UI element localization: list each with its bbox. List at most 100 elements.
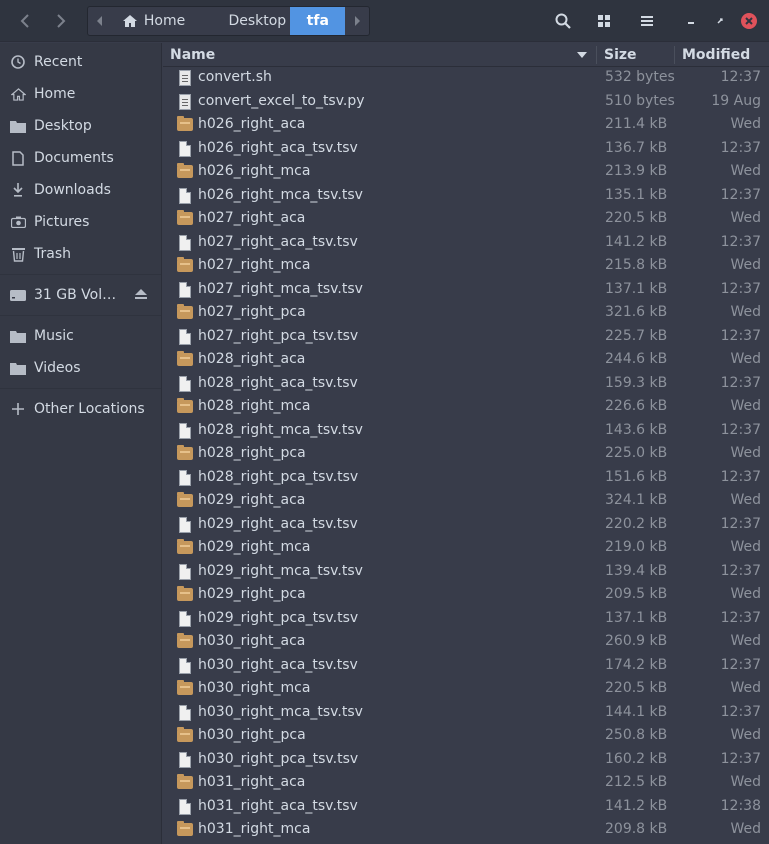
hamburger-menu-icon[interactable] bbox=[632, 6, 662, 36]
column-name-header[interactable]: Name bbox=[170, 47, 215, 63]
file-row[interactable]: h031_right_aca_tsv.tsv 141.2 kB 12:38 bbox=[163, 795, 769, 819]
file-row[interactable]: h027_right_aca_tsv.tsv 141.2 kB 12:37 bbox=[163, 231, 769, 255]
sidebar-item-other-locations[interactable]: Other Locations bbox=[0, 393, 161, 425]
trash-icon bbox=[10, 246, 26, 262]
file-row[interactable]: h030_right_pca_tsv.tsv 160.2 kB 12:37 bbox=[163, 748, 769, 772]
close-icon[interactable] bbox=[734, 6, 764, 36]
sidebar-item-documents[interactable]: Documents bbox=[0, 142, 161, 174]
path-scroll-right-icon[interactable] bbox=[345, 7, 369, 35]
crumb-tfa[interactable]: tfa bbox=[290, 7, 346, 35]
file-name: h027_right_pca bbox=[198, 304, 306, 320]
maximize-icon[interactable] bbox=[705, 6, 735, 36]
file-list: Name Size Modified convert.sh 532 bytes 12… bbox=[163, 43, 769, 844]
sidebar-item-desktop[interactable]: Desktop bbox=[0, 110, 161, 142]
text-file-icon bbox=[179, 798, 191, 815]
search-icon[interactable] bbox=[548, 6, 578, 36]
file-row[interactable]: h029_right_aca_tsv.tsv 220.2 kB 12:37 bbox=[163, 513, 769, 537]
header-bar: Home Desktop tfa bbox=[0, 0, 769, 42]
file-size: 137.1 kB bbox=[605, 280, 668, 297]
file-name: h027_right_aca_tsv.tsv bbox=[198, 233, 358, 250]
crumb-home[interactable]: Home bbox=[112, 7, 203, 35]
grid-view-icon[interactable] bbox=[589, 6, 619, 36]
sidebar-item-volume[interactable]: 31 GB Vol… bbox=[0, 279, 161, 311]
column-divider[interactable] bbox=[596, 46, 597, 64]
file-row[interactable]: convert.sh 532 bytes 12:37 bbox=[163, 66, 769, 90]
sidebar-item-videos[interactable]: Videos bbox=[0, 352, 161, 384]
file-row[interactable]: h028_right_pca_tsv.tsv 151.6 kB 12:37 bbox=[163, 466, 769, 490]
file-row[interactable]: h029_right_mca 219.0 kB Wed bbox=[163, 536, 769, 560]
minimize-icon[interactable] bbox=[676, 6, 706, 36]
sidebar-item-music[interactable]: Music bbox=[0, 320, 161, 352]
plus-icon bbox=[10, 401, 26, 417]
column-divider[interactable] bbox=[674, 46, 675, 64]
archive-folder-icon bbox=[177, 210, 193, 225]
file-row[interactable]: h028_right_aca_tsv.tsv 159.3 kB 12:37 bbox=[163, 372, 769, 396]
file-modified: 12:37 bbox=[720, 327, 761, 344]
file-size: 215.8 kB bbox=[605, 257, 668, 273]
file-row[interactable]: convert_excel_to_tsv.py 510 bytes 19 Aug bbox=[163, 90, 769, 114]
file-modified: 12:37 bbox=[720, 186, 761, 203]
file-size: 137.1 kB bbox=[605, 609, 668, 626]
text-file-icon bbox=[179, 704, 191, 721]
file-name: h028_right_mca_tsv.tsv bbox=[198, 421, 363, 438]
crumb-desktop[interactable]: Desktop bbox=[202, 7, 290, 35]
archive-folder-icon bbox=[177, 586, 193, 601]
sidebar-item-home[interactable]: Home bbox=[0, 78, 161, 110]
file-row[interactable]: h026_right_mca 213.9 kB Wed bbox=[163, 160, 769, 184]
file-modified: 12:37 bbox=[720, 609, 761, 626]
file-size: 209.8 kB bbox=[605, 821, 668, 837]
file-row[interactable]: h028_right_mca 226.6 kB Wed bbox=[163, 395, 769, 419]
sidebar-item-recent[interactable]: Recent bbox=[0, 46, 161, 78]
file-row[interactable]: h030_right_aca_tsv.tsv 174.2 kB 12:37 bbox=[163, 654, 769, 678]
file-row[interactable]: h028_right_mca_tsv.tsv 143.6 kB 12:37 bbox=[163, 419, 769, 443]
file-row[interactable]: h031_right_mca 209.8 kB Wed bbox=[163, 818, 769, 842]
file-row[interactable]: h029_right_mca_tsv.tsv 139.4 kB 12:37 bbox=[163, 560, 769, 584]
file-name: h027_right_aca bbox=[198, 210, 306, 226]
file-row[interactable]: h030_right_mca_tsv.tsv 144.1 kB 12:37 bbox=[163, 701, 769, 725]
file-size: 225.0 kB bbox=[605, 445, 668, 461]
sidebar-item-pictures[interactable]: Pictures bbox=[0, 206, 161, 238]
file-row[interactable]: h029_right_aca 324.1 kB Wed bbox=[163, 489, 769, 513]
column-modified-header[interactable]: Modified bbox=[682, 47, 750, 63]
file-row[interactable]: h027_right_pca 321.6 kB Wed bbox=[163, 301, 769, 325]
file-row[interactable]: h031_right_aca 212.5 kB Wed bbox=[163, 771, 769, 795]
file-row[interactable]: h026_right_aca 211.4 kB Wed bbox=[163, 113, 769, 137]
file-row[interactable]: h027_right_mca_tsv.tsv 137.1 kB 12:37 bbox=[163, 278, 769, 302]
file-name: h026_right_aca bbox=[198, 116, 306, 132]
file-modified: Wed bbox=[730, 539, 761, 555]
file-size: 225.7 kB bbox=[605, 327, 668, 344]
file-row[interactable]: h028_right_pca 225.0 kB Wed bbox=[163, 442, 769, 466]
file-row[interactable]: h026_right_mca_tsv.tsv 135.1 kB 12:37 bbox=[163, 184, 769, 208]
file-row[interactable]: h029_right_pca 209.5 kB Wed bbox=[163, 583, 769, 607]
sidebar-item-label: Trash bbox=[34, 246, 71, 262]
file-row[interactable]: h026_right_aca_tsv.tsv 136.7 kB 12:37 bbox=[163, 137, 769, 161]
file-row[interactable]: h027_right_mca 215.8 kB Wed bbox=[163, 254, 769, 278]
file-size: 226.6 kB bbox=[605, 398, 668, 414]
clock-icon bbox=[10, 54, 26, 70]
file-name: h026_right_aca_tsv.tsv bbox=[198, 139, 358, 156]
column-size-header[interactable]: Size bbox=[604, 47, 637, 63]
file-modified: 12:37 bbox=[720, 421, 761, 438]
file-name: h029_right_pca_tsv.tsv bbox=[198, 609, 359, 626]
sidebar-item-label: Home bbox=[34, 86, 76, 102]
file-row[interactable]: h027_right_aca 220.5 kB Wed bbox=[163, 207, 769, 231]
file-name: h026_right_mca_tsv.tsv bbox=[198, 186, 363, 203]
eject-icon[interactable] bbox=[135, 287, 147, 303]
file-row[interactable]: h030_right_mca 220.5 kB Wed bbox=[163, 677, 769, 701]
script-file-icon bbox=[179, 93, 191, 110]
path-scroll-left-icon[interactable] bbox=[88, 7, 112, 35]
file-modified: Wed bbox=[730, 398, 761, 414]
file-size: 174.2 kB bbox=[605, 656, 668, 673]
file-row[interactable]: h030_right_aca 260.9 kB Wed bbox=[163, 630, 769, 654]
archive-folder-icon bbox=[177, 774, 193, 789]
file-name: h027_right_mca_tsv.tsv bbox=[198, 280, 363, 297]
file-row[interactable]: h030_right_pca 250.8 kB Wed bbox=[163, 724, 769, 748]
script-file-icon bbox=[179, 70, 191, 86]
forward-icon[interactable] bbox=[46, 6, 76, 36]
file-row[interactable]: h027_right_pca_tsv.tsv 225.7 kB 12:37 bbox=[163, 325, 769, 349]
back-icon[interactable] bbox=[10, 6, 40, 36]
file-row[interactable]: h028_right_aca 244.6 kB Wed bbox=[163, 348, 769, 372]
sidebar-item-downloads[interactable]: Downloads bbox=[0, 174, 161, 206]
sidebar-item-trash[interactable]: Trash bbox=[0, 238, 161, 270]
file-row[interactable]: h029_right_pca_tsv.tsv 137.1 kB 12:37 bbox=[163, 607, 769, 631]
